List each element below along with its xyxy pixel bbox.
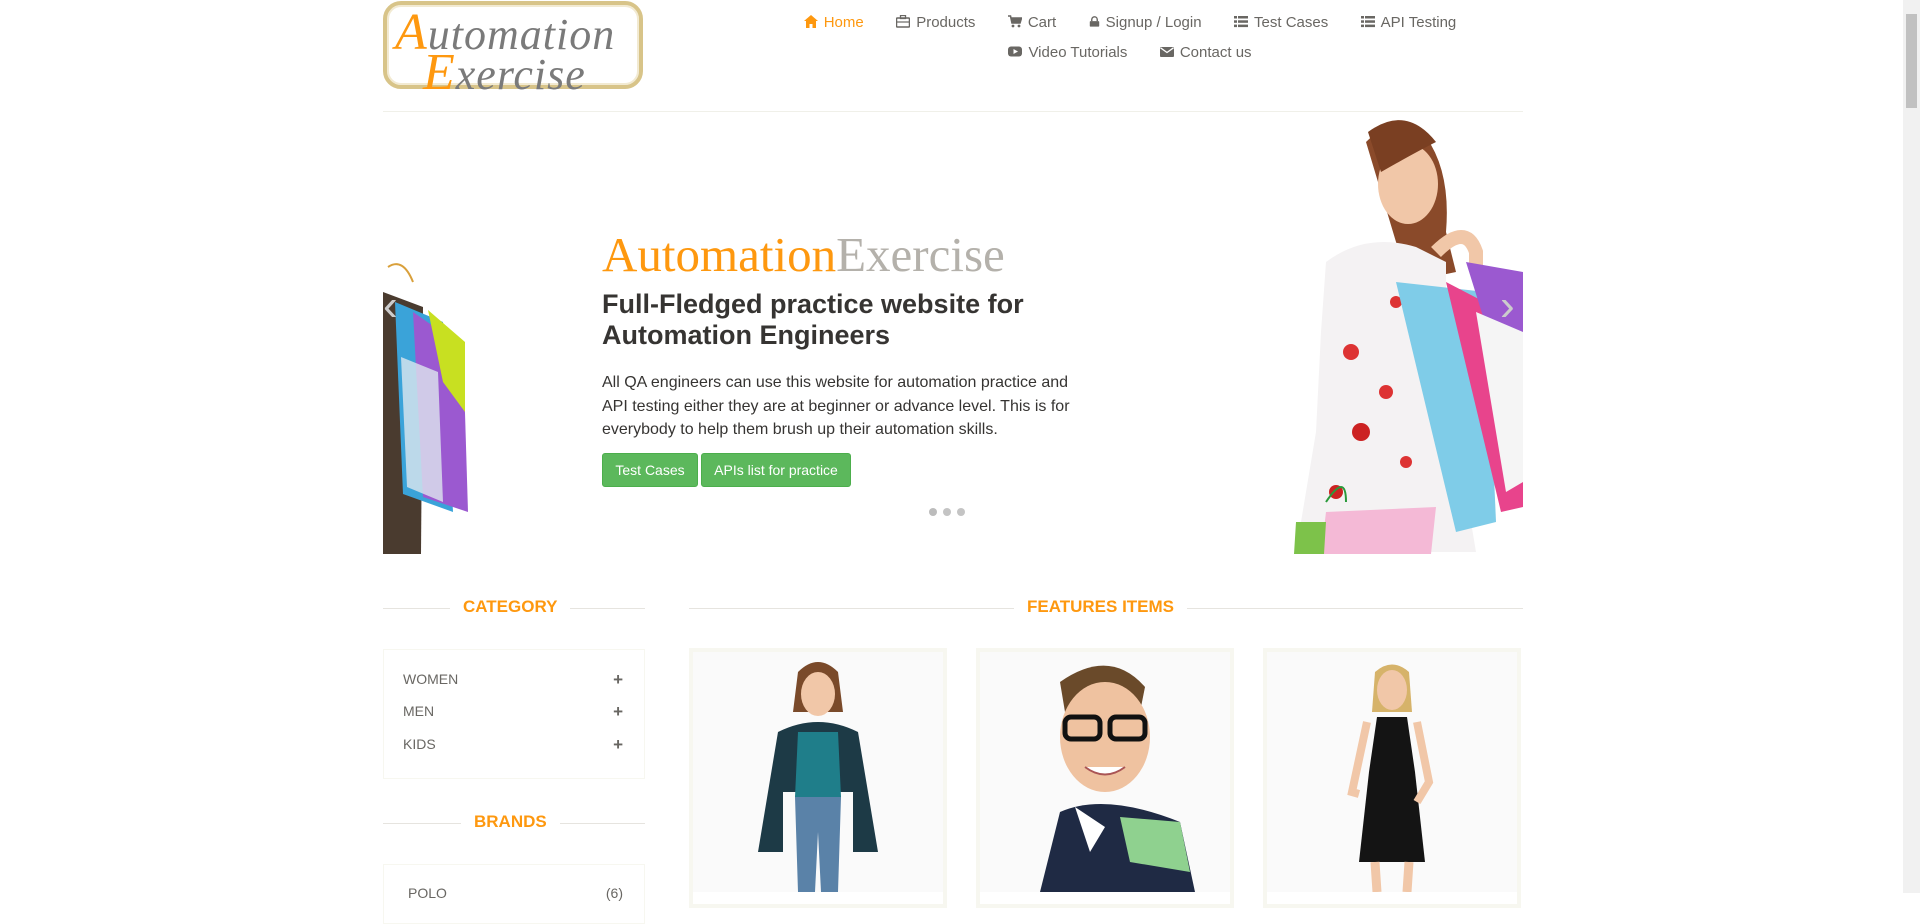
nav-signup-login[interactable]: Signup / Login: [1089, 8, 1202, 38]
briefcase-icon: [896, 15, 911, 28]
cart-icon: [1007, 15, 1022, 28]
brands-panel: POLO (6): [383, 864, 645, 924]
carousel-indicators: [926, 503, 968, 521]
brand-item-polo[interactable]: POLO (6): [408, 885, 623, 901]
category-label: MEN: [403, 703, 435, 719]
category-women[interactable]: WOMEN +: [403, 670, 623, 690]
plus-icon[interactable]: +: [613, 670, 623, 690]
lock-icon: [1089, 16, 1099, 27]
product-image-3: [1267, 652, 1517, 893]
youtube-icon: [1008, 46, 1023, 57]
list-icon: [1360, 16, 1375, 28]
product-card-1: [689, 648, 947, 908]
carousel-dot-1[interactable]: [929, 508, 937, 516]
brands-title: Brands: [461, 812, 560, 832]
nav-products[interactable]: Products: [896, 8, 975, 38]
nav-cart[interactable]: Cart: [1007, 8, 1056, 38]
plus-icon[interactable]: +: [613, 735, 623, 755]
category-kids[interactable]: KIDS +: [403, 735, 623, 755]
features-title: Features Items: [1014, 597, 1188, 617]
plus-icon[interactable]: +: [613, 702, 623, 722]
category-label: KIDS: [403, 736, 436, 752]
product-image-1: [693, 652, 943, 892]
carousel-dot-2[interactable]: [943, 508, 951, 516]
brand-name: POLO: [408, 885, 447, 901]
slide-brand-title: AutomationExercise: [602, 227, 1005, 282]
product-card-3: [1263, 648, 1521, 908]
apis-list-button[interactable]: APIs list for practice: [701, 453, 851, 487]
nav-test-cases[interactable]: Test Cases: [1234, 8, 1328, 38]
nav-video-tutorials[interactable]: Video Tutorials: [1008, 38, 1127, 68]
category-label: WOMEN: [403, 671, 459, 687]
product-card-2: [976, 648, 1234, 908]
category-panel: WOMEN + MEN + KIDS +: [383, 649, 645, 779]
site-logo[interactable]: Automation Exercise: [383, 1, 643, 101]
test-cases-button[interactable]: Test Cases: [602, 453, 698, 487]
product-image-2: [980, 652, 1230, 892]
nav-api-testing[interactable]: API Testing: [1360, 8, 1456, 38]
brand-count: (6): [605, 885, 623, 901]
envelope-icon: [1159, 47, 1174, 57]
list-icon: [1234, 16, 1249, 28]
nav-home[interactable]: Home: [803, 8, 864, 38]
carousel-dot-3[interactable]: [957, 508, 965, 516]
nav-contact-us[interactable]: Contact us: [1159, 38, 1252, 68]
category-title: Category: [450, 597, 571, 617]
logo-line-2: Exercise: [423, 44, 586, 101]
carousel-next-arrow[interactable]: ›: [1500, 284, 1515, 328]
carousel-prev-arrow[interactable]: ‹: [383, 284, 398, 328]
main-nav: Home Products Cart Signup / Login Test C…: [760, 8, 1500, 68]
page-scrollbar-thumb[interactable]: [1906, 14, 1917, 108]
hero-woman-image: [1294, 120, 1523, 554]
category-men[interactable]: MEN +: [403, 702, 623, 722]
slide-description: All QA engineers can use this website fo…: [602, 374, 1070, 438]
slide-heading: Full-Fledged practice website for Automa…: [602, 289, 1024, 350]
home-icon: [803, 15, 818, 28]
page-scrollbar[interactable]: [1903, 0, 1920, 893]
